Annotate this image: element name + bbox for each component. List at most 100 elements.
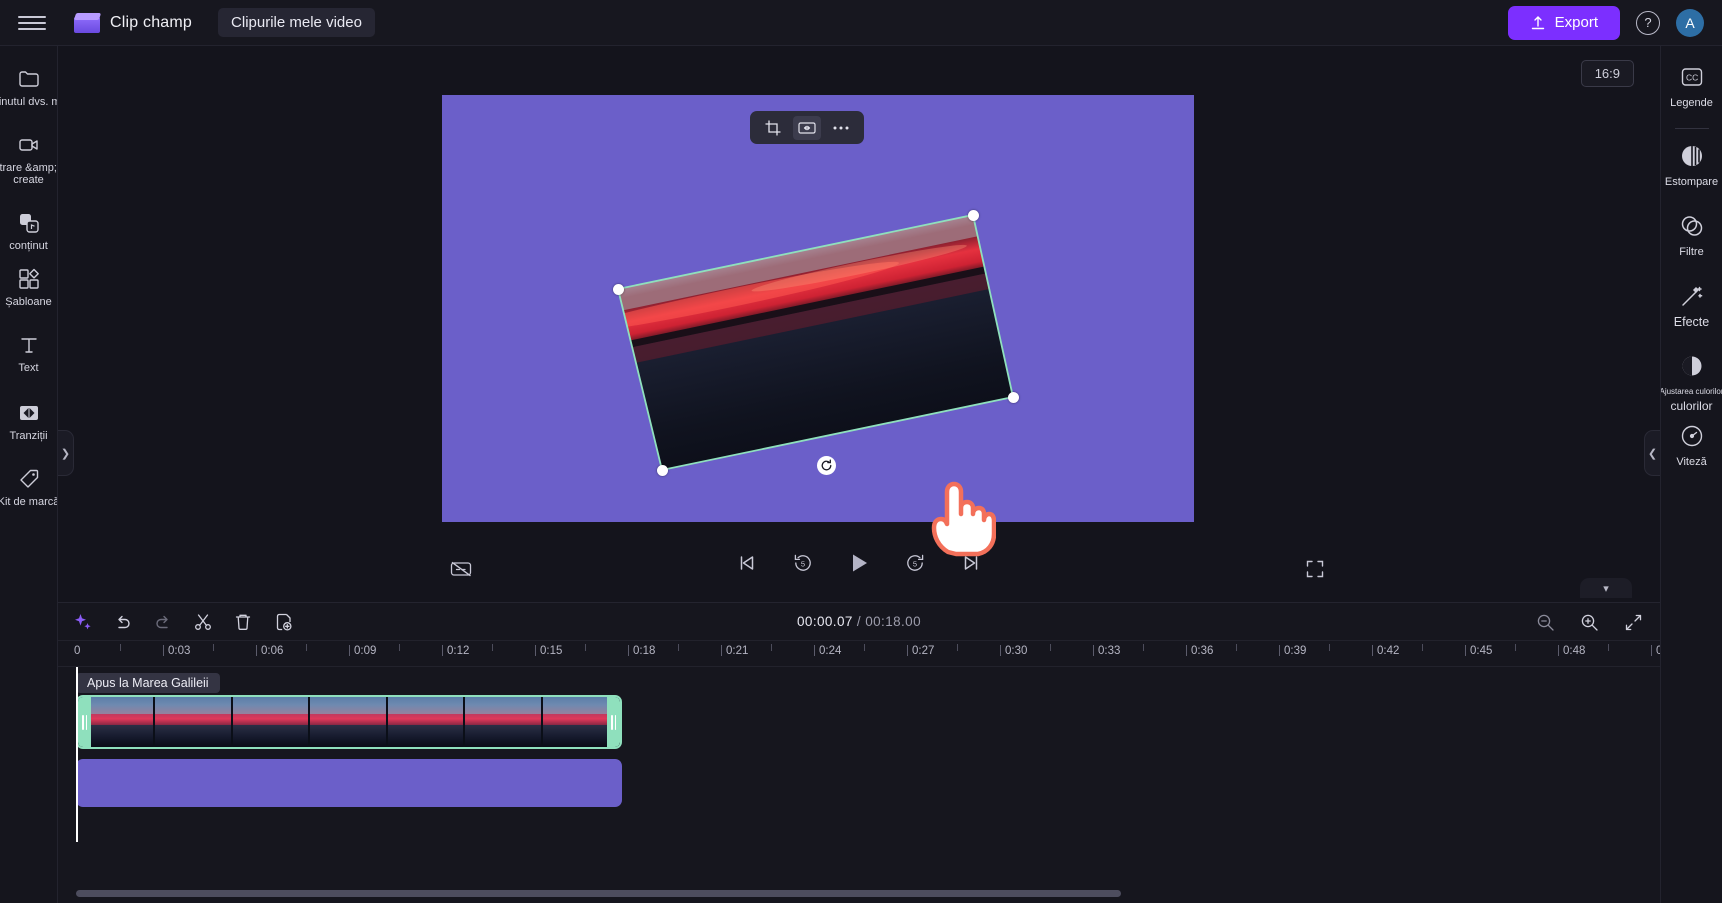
aspect-ratio-button[interactable]: 16:9 [1580, 60, 1634, 87]
zoom-out-button[interactable] [1534, 611, 1556, 633]
svg-text:CC: CC [1686, 73, 1698, 83]
svg-text:5: 5 [801, 560, 805, 569]
ruler-minor-tick [1329, 644, 1330, 651]
fit-timeline-button[interactable] [1622, 611, 1644, 633]
avatar[interactable]: A [1676, 8, 1704, 37]
trim-handle-right[interactable] [607, 697, 620, 747]
timeline-toolbar-right [1534, 603, 1644, 641]
more-options-button[interactable] [827, 116, 855, 140]
project-title-input[interactable]: Clipurile mele video [218, 8, 375, 37]
magic-wand-icon [1679, 283, 1705, 309]
crop-button[interactable] [759, 116, 787, 140]
duplicate-button[interactable] [272, 611, 294, 633]
ruler-minor-tick [1143, 644, 1144, 651]
ruler-tick-label: 0:39 [1279, 645, 1306, 657]
export-label: Export [1554, 14, 1598, 31]
panel-item-captions[interactable]: CC Legende [1661, 56, 1722, 126]
resize-handle-top-right[interactable] [968, 210, 979, 221]
sidebar-item-content-library[interactable]: conținut [0, 188, 57, 254]
resize-handle-bottom-left[interactable] [657, 465, 668, 476]
timeline-tracks: Apus la Marea Galileii [58, 667, 1660, 842]
timeline-scrollbar[interactable] [58, 890, 1660, 897]
ruler-minor-tick [213, 644, 214, 651]
panel-item-blur[interactable]: Estompare [1661, 135, 1722, 205]
sidebar-item-label: Înregistrare &amp; create [0, 162, 57, 174]
preview-canvas[interactable] [442, 95, 1194, 522]
current-time: 00:00.07 [797, 614, 853, 629]
speed-gauge-icon [1679, 423, 1705, 449]
ruler-tick-label: 0:15 [535, 645, 562, 657]
split-button[interactable] [192, 611, 214, 633]
sidebar-item-text[interactable]: Text [0, 320, 57, 386]
ruler-tick-label: 0:30 [1000, 645, 1027, 657]
more-horizontal-icon [832, 125, 850, 131]
chevron-right-icon[interactable]: ❯ [58, 430, 74, 476]
divider [1674, 128, 1709, 129]
fullscreen-icon[interactable] [1300, 554, 1330, 584]
panel-item-effects[interactable]: Efecte [1661, 275, 1722, 345]
resize-handle-bottom-right[interactable] [1008, 392, 1019, 403]
scrollbar-thumb[interactable] [76, 890, 1121, 897]
redo-button[interactable] [152, 611, 174, 633]
ruler-minor-tick [864, 644, 865, 651]
sidebar-item-label: Text [18, 362, 39, 374]
text-icon [16, 332, 42, 358]
panel-item-filters[interactable]: Filtre [1661, 205, 1722, 275]
panel-item-label: Filtre [1679, 246, 1704, 258]
sidebar-item-transitions[interactable]: Tranziții [0, 386, 57, 452]
resize-handle-top-left[interactable] [613, 284, 624, 295]
playback-controls: 5 5 [58, 548, 1660, 592]
ruler-minor-tick [1236, 644, 1237, 651]
trim-handle-left[interactable] [78, 697, 91, 747]
sidebar-item-label: conținut [9, 240, 48, 252]
panel-item-speed[interactable]: Viteză [1661, 415, 1722, 485]
undo-button[interactable] [112, 611, 134, 633]
skip-to-start-button[interactable] [732, 548, 762, 578]
transitions-icon [16, 400, 42, 426]
rewind-5s-button[interactable]: 5 [788, 548, 818, 578]
clip-thumbnails [78, 697, 620, 747]
ruler-tick-label: 0:42 [1372, 645, 1399, 657]
sidebar-item-brand-kit[interactable]: Kit de marcă [0, 452, 57, 518]
panel-item-label: Legende [1670, 97, 1713, 109]
zoom-in-button[interactable] [1578, 611, 1600, 633]
rotate-icon[interactable] [817, 456, 836, 475]
delete-button[interactable] [232, 611, 254, 633]
sidebar-item-your-media[interactable]: Conținutul dvs. media [0, 56, 57, 122]
ruler-tick-label: 0:21 [721, 645, 748, 657]
chevron-down-icon[interactable]: ▾ [1580, 578, 1632, 598]
chevron-left-icon[interactable]: ❮ [1644, 430, 1660, 476]
sidebar-item-record-and-create[interactable]: Înregistrare &amp; create create [0, 122, 57, 188]
clipchamp-logo-icon [73, 12, 102, 34]
panel-item-color-adjustment[interactable]: Ajustarea culorilor culorilor [1661, 345, 1722, 415]
timeline-ruler[interactable]: 0 0:03 0:06 0:09 0:12 0:15 0:18 0:21 0:2… [58, 641, 1660, 667]
brand[interactable]: Clip champ [73, 12, 192, 34]
ruler-tick-label: 0:45 [1465, 645, 1492, 657]
ruler-minor-tick [492, 644, 493, 651]
export-button[interactable]: Export [1507, 5, 1620, 40]
help-circle-icon[interactable]: ? [1636, 10, 1660, 35]
fit-button[interactable] [793, 115, 821, 140]
clipchamp-editor: Clip champ Clipurile mele video Export ?… [0, 0, 1722, 903]
video-clip[interactable] [76, 695, 622, 749]
audio-clip[interactable] [76, 759, 622, 807]
ruler-minor-tick [1515, 644, 1516, 651]
ruler-minor-tick [120, 644, 121, 651]
sidebar-item-templates[interactable]: Șabloane [0, 254, 57, 320]
playhead[interactable] [76, 667, 78, 842]
element-toolbar [750, 111, 864, 144]
play-button[interactable] [844, 548, 874, 578]
ai-suggestions-button[interactable] [72, 611, 94, 633]
upload-icon [1530, 15, 1546, 31]
captions-off-icon[interactable] [446, 554, 476, 584]
timeline-toolbar: 00:00.07 / 00:18.00 [58, 603, 1660, 641]
ruler-minor-tick [399, 644, 400, 651]
ruler-tick-label: 0:27 [907, 645, 934, 657]
sidebar-item-label: Conținutul dvs. media [0, 96, 57, 108]
blur-icon [1679, 143, 1705, 169]
video-camera-icon [16, 132, 42, 158]
left-sidebar: Conținutul dvs. media Înregistrare &amp;… [0, 46, 58, 903]
ruler-tick-label: 0:09 [349, 645, 376, 657]
video-clip-label[interactable]: Apus la Marea Galileii [76, 673, 220, 693]
hamburger-icon[interactable] [18, 9, 46, 37]
